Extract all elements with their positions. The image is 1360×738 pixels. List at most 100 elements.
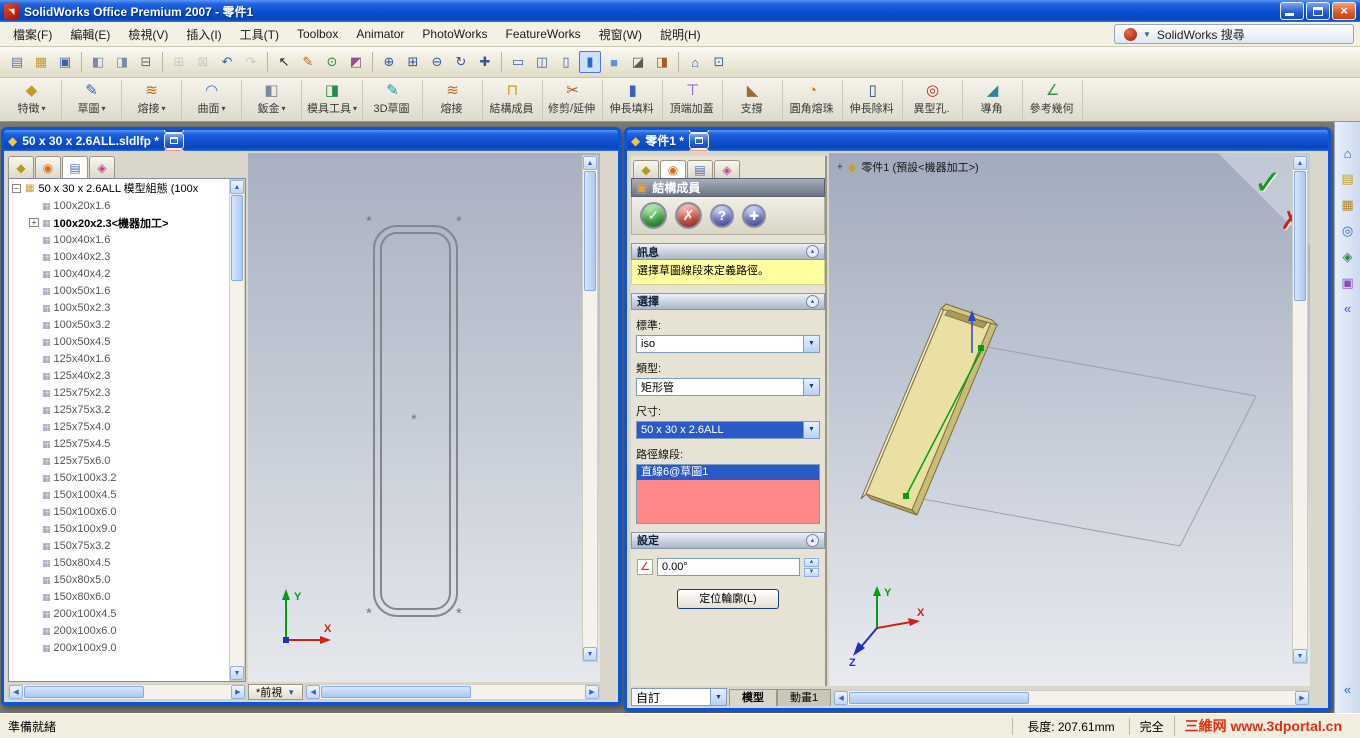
configuration-item[interactable]: + 100x20x2.3<機器加工> xyxy=(9,214,245,231)
rotate-view-icon[interactable]: ↻ xyxy=(450,51,472,73)
command-button[interactable]: ✎ 草圖 ▾ xyxy=(62,79,122,120)
expand-box-icon[interactable] xyxy=(29,337,39,346)
scroll-right-icon[interactable]: ▶ xyxy=(585,685,599,699)
menu-item[interactable]: 檢視(V) xyxy=(119,22,177,47)
scroll-down-icon[interactable]: ▼ xyxy=(230,666,244,680)
expand-box-icon[interactable]: + xyxy=(29,218,39,227)
save-icon[interactable]: ▣ xyxy=(54,51,76,73)
viewport-feature-label[interactable]: + 零件1 (預設<機器加工>) xyxy=(837,159,979,175)
configurationmanager-tab-icon[interactable]: ▤ xyxy=(687,160,713,178)
command-button[interactable]: ≋ 熔接 xyxy=(423,79,484,120)
menu-item[interactable]: FeatureWorks xyxy=(497,23,590,45)
collapse-chevron-icon[interactable]: « xyxy=(1344,301,1351,316)
configuration-item[interactable]: 125x75x2.3 xyxy=(9,384,245,401)
expand-box-icon[interactable] xyxy=(29,269,39,278)
scroll-thumb[interactable] xyxy=(231,195,243,281)
sketch-graphics-area[interactable]: Y X ▲ ▼ xyxy=(248,153,600,682)
command-button[interactable]: ∠ 參考幾何 xyxy=(1023,79,1084,120)
addins-tab-icon[interactable]: ◈ xyxy=(714,160,740,178)
minimize-button[interactable] xyxy=(688,130,709,133)
configuration-item[interactable]: 150x80x5.0 xyxy=(9,571,245,588)
command-button[interactable]: ✂ 修剪/延伸 xyxy=(543,79,604,120)
scroll-right-icon[interactable]: ▶ xyxy=(1295,691,1309,705)
configuration-item[interactable]: 125x75x4.5 xyxy=(9,435,245,452)
make-assembly-icon[interactable]: ◨ xyxy=(111,51,133,73)
tree-scrollbar[interactable]: ▲ ▼ xyxy=(229,179,245,681)
path-segment-item[interactable]: 直線6@草圖1 xyxy=(637,464,819,480)
expand-box-icon[interactable] xyxy=(29,541,39,550)
configurationmanager-tab-icon[interactable]: ▤ xyxy=(62,156,88,178)
pushpin-button[interactable] xyxy=(742,203,766,228)
separator[interactable] xyxy=(162,52,163,72)
expand-icon[interactable]: + xyxy=(837,162,843,173)
scroll-left-icon[interactable]: ◀ xyxy=(9,685,23,699)
configuration-item[interactable]: 100x20x1.6 xyxy=(9,197,245,214)
menu-item[interactable]: PhotoWorks xyxy=(413,23,496,45)
new-icon[interactable]: ▤ xyxy=(6,51,28,73)
help-button[interactable] xyxy=(710,203,734,228)
model-tab[interactable]: 模型 xyxy=(729,689,777,706)
menu-item[interactable]: Toolbox xyxy=(288,23,347,45)
restore-button[interactable] xyxy=(163,132,184,149)
chevron-down-icon[interactable]: ▼ xyxy=(710,689,726,705)
path-endpoint[interactable] xyxy=(903,493,909,499)
featuremanager-tab-icon[interactable]: ◆ xyxy=(633,160,659,178)
configuration-item[interactable]: 150x100x6.0 xyxy=(9,503,245,520)
pan-icon[interactable]: ✚ xyxy=(474,51,496,73)
canvas-vscrollbar[interactable]: ▲ ▼ xyxy=(582,155,598,662)
expand-box-icon[interactable] xyxy=(29,320,39,329)
paste-icon[interactable]: ⊠ xyxy=(192,51,214,73)
configuration-item[interactable]: 150x80x6.0 xyxy=(9,588,245,605)
confirm-ok-icon[interactable]: ✓ xyxy=(1254,163,1283,203)
minimize-button[interactable] xyxy=(1280,2,1304,20)
scroll-thumb[interactable] xyxy=(321,686,472,698)
configuration-item[interactable]: 200x100x9.0 xyxy=(9,639,245,656)
scroll-up-icon[interactable]: ▲ xyxy=(230,180,244,194)
ok-button[interactable] xyxy=(640,202,667,229)
path-endpoint[interactable] xyxy=(978,345,984,351)
standard-views-icon[interactable]: ⊡ xyxy=(708,51,730,73)
configuration-item[interactable]: 100x40x1.6 xyxy=(9,231,245,248)
configuration-item[interactable]: 125x75x4.0 xyxy=(9,418,245,435)
command-button[interactable]: ◔ 圓角熔珠 xyxy=(783,79,844,120)
angle-spinner[interactable]: ▲ ▼ xyxy=(804,557,819,577)
scroll-thumb[interactable] xyxy=(584,171,596,291)
search-results-icon[interactable]: ◎ xyxy=(1342,223,1353,239)
close-button[interactable] xyxy=(1332,2,1356,20)
command-button[interactable]: ◢ 導角 xyxy=(963,79,1024,120)
expand-box-icon[interactable] xyxy=(29,405,39,414)
collapse-chevron-icon[interactable] xyxy=(806,245,819,258)
maximize-button[interactable] xyxy=(1306,2,1330,20)
menu-item[interactable]: Animator xyxy=(347,23,413,45)
custom-view-select[interactable]: 自訂 ▼ xyxy=(631,688,727,706)
expand-box-icon[interactable] xyxy=(29,609,39,618)
section-view-icon[interactable]: ◨ xyxy=(651,51,673,73)
child-window-titlebar[interactable]: ◆ 50 x 30 x 2.6ALL.sldlfp * xyxy=(4,130,618,165)
menu-item[interactable]: 工具(T) xyxy=(231,22,288,47)
sketch-icon[interactable]: ✎ xyxy=(297,51,319,73)
configuration-item[interactable]: 125x40x2.3 xyxy=(9,367,245,384)
rebuild-icon[interactable]: ⊙ xyxy=(321,51,343,73)
addins-tab-icon[interactable]: ◈ xyxy=(89,156,115,178)
scroll-thumb[interactable] xyxy=(849,692,1030,704)
scroll-thumb[interactable] xyxy=(1294,171,1306,301)
spin-up-icon[interactable]: ▲ xyxy=(804,557,819,567)
chevron-down-icon[interactable]: ▼ xyxy=(803,421,819,438)
scroll-left-icon[interactable]: ◀ xyxy=(834,691,849,705)
locate-profile-button[interactable]: 定位輪廓(L) xyxy=(677,588,779,609)
tree-hscrollbar[interactable]: ◀ ▶ xyxy=(8,684,246,700)
rotation-angle-input[interactable]: 0.00° xyxy=(657,558,800,577)
select-icon[interactable]: ↖ xyxy=(273,51,295,73)
cancel-button[interactable] xyxy=(675,202,702,229)
configuration-item[interactable]: 100x50x3.2 xyxy=(9,316,245,333)
configuration-item[interactable]: 100x40x4.2 xyxy=(9,265,245,282)
expand-box-icon[interactable] xyxy=(29,490,39,499)
zoom-fit-icon[interactable]: ⊕ xyxy=(378,51,400,73)
print-icon[interactable]: ⊟ xyxy=(135,51,157,73)
graphics-area[interactable]: + 零件1 (預設<機器加工>) ✓ ✗ Y X Z xyxy=(829,153,1310,686)
solidworks-search-box[interactable]: ▼ SolidWorks 搜尋 xyxy=(1114,24,1354,44)
command-button[interactable]: ⊓ 結構成員 xyxy=(483,79,544,120)
separator[interactable] xyxy=(267,52,268,72)
redo-icon[interactable]: ↷ xyxy=(240,51,262,73)
command-button[interactable]: ◎ 異型孔. xyxy=(903,79,964,120)
